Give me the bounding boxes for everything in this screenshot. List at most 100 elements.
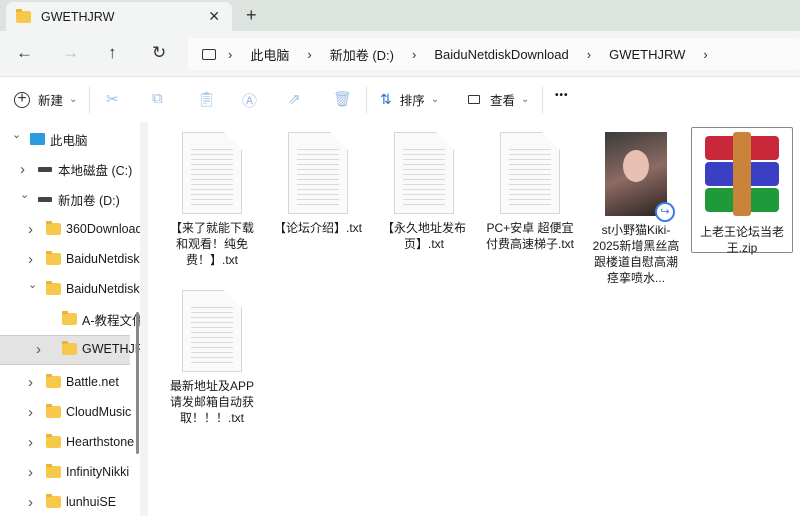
paste-icon[interactable]: 📋︎ <box>197 90 216 108</box>
sort-button[interactable]: ⇅ 排序 ⌄ <box>380 90 439 109</box>
sidebar-item-label: Hearthstone <box>66 435 135 449</box>
text-file-icon <box>394 132 454 214</box>
chevron-right-icon[interactable]: › <box>28 221 33 238</box>
folder-icon <box>46 221 61 235</box>
file-name: 【来了就能下载和观看！纯免费！】.txt <box>169 221 254 267</box>
divider <box>366 87 367 113</box>
sidebar-item-label: 360Downloads <box>66 222 140 236</box>
chevron-right-icon: › <box>411 46 417 62</box>
file-item[interactable]: PC+安卓 超便宜付费高速梯子.txt <box>479 132 581 252</box>
folder-icon <box>46 494 61 508</box>
computer-icon <box>202 48 216 60</box>
chevron-right-icon: › <box>307 46 312 62</box>
folder-icon <box>16 8 31 23</box>
plus-icon: + <box>14 90 30 108</box>
file-view: 【来了就能下载和观看！纯免费！】.txt 【论坛介绍】.txt 【永久地址发布页】.… <box>148 122 800 516</box>
folder-icon <box>46 374 61 388</box>
sidebar-item-label: CloudMusic <box>66 405 132 419</box>
text-file-icon <box>288 132 348 214</box>
chevron-right-icon: › <box>586 46 592 62</box>
divider <box>542 87 543 113</box>
breadcrumb-item[interactable]: BaiduNetdiskDownload <box>434 47 568 62</box>
file-item[interactable]: 【来了就能下载和观看！纯免费！】.txt <box>161 132 263 268</box>
sidebar-item-label: GWETHJRW <box>82 342 140 356</box>
sidebar-item-label: 此电脑 <box>50 133 88 148</box>
chevron-right-icon[interactable]: › <box>28 251 33 268</box>
file-name: 最新地址及APP请发邮箱自动获取！！！.txt <box>169 379 254 425</box>
chevron-down-icon: ⌄ <box>69 94 78 105</box>
chevron-right-icon[interactable]: › <box>20 161 25 178</box>
drive-icon <box>38 166 52 172</box>
sidebar-item-label: A-教程文件 <box>82 313 140 328</box>
more-options-button[interactable]: ••• <box>555 90 569 101</box>
file-item[interactable]: 【永久地址发布页】.txt <box>373 132 475 252</box>
address-row: ← → ↑ ↻ › 此电脑 › 新加卷 (D:) › BaiduNetdiskD… <box>0 31 800 77</box>
view-label: 查看 <box>490 94 516 108</box>
breadcrumb-item[interactable]: GWETHJRW <box>609 47 685 62</box>
chevron-right-icon[interactable]: › <box>28 434 33 451</box>
chevron-right-icon[interactable]: › <box>28 374 33 391</box>
chevron-down-icon: ⌄ <box>521 94 530 105</box>
new-button[interactable]: + 新建 ⌄ <box>14 90 77 109</box>
close-tab-button[interactable]: ✕ <box>208 8 220 25</box>
text-file-icon <box>182 290 242 372</box>
folder-icon <box>46 251 61 265</box>
file-name: st小野猫Kiki-2025新增黑丝高跟楼道自慰高潮痉挛喷水... <box>592 223 680 285</box>
copy-icon[interactable]: ⧉ <box>152 90 163 107</box>
file-item[interactable]: 上老王论坛当老王.zip <box>691 127 793 255</box>
text-file-icon <box>182 132 242 214</box>
tab-title: GWETHJRW <box>41 9 115 24</box>
chevron-right-icon[interactable]: › <box>28 494 33 511</box>
file-name: 上老王论坛当老王.zip <box>699 225 784 255</box>
sort-label: 排序 <box>399 94 425 108</box>
breadcrumb-item[interactable]: 此电脑 <box>250 45 289 64</box>
up-button[interactable]: ↑ <box>108 43 117 63</box>
forward-button[interactable]: → <box>62 43 79 63</box>
pane-divider[interactable] <box>140 122 148 516</box>
rename-icon[interactable]: Ⓐ <box>242 90 257 111</box>
chevron-down-icon[interactable]: ⌄ <box>20 188 29 201</box>
refresh-button[interactable]: ↻ <box>152 43 166 63</box>
chevron-down-icon: ⌄ <box>430 94 440 105</box>
tab-gwethjrw[interactable]: GWETHJRW ✕ <box>6 2 232 31</box>
divider <box>89 87 90 113</box>
address-bar[interactable]: › 此电脑 › 新加卷 (D:) › BaiduNetdiskDownload … <box>188 38 800 70</box>
cut-icon[interactable]: ✂ <box>106 90 119 108</box>
sidebar-item-label: BaiduNetdiskWorkspace <box>66 252 140 266</box>
new-tab-button[interactable]: + <box>246 5 257 26</box>
chevron-down-icon[interactable]: ⌄ <box>12 128 21 141</box>
folder-icon <box>62 311 77 325</box>
sidebar-item-label: InfinityNikki <box>66 465 130 479</box>
computer-icon <box>30 133 45 145</box>
chevron-right-icon[interactable]: › <box>28 464 33 481</box>
sidebar-item-label: BaiduNetdiskDownload <box>66 282 140 296</box>
video-thumbnail: ↪ <box>605 132 675 222</box>
zip-archive-icon <box>705 132 779 216</box>
folder-icon <box>46 464 61 478</box>
file-name: PC+安卓 超便宜付费高速梯子.txt <box>485 221 574 251</box>
chevron-right-icon[interactable]: › <box>703 47 707 62</box>
breadcrumb-item[interactable]: 新加卷 (D:) <box>330 45 394 64</box>
share-icon[interactable]: ⇗ <box>288 90 301 108</box>
new-label: 新建 <box>38 94 64 108</box>
folder-icon <box>62 341 77 355</box>
sidebar-item-label: Battle.net <box>66 375 119 389</box>
chevron-right-icon[interactable]: › <box>28 404 33 421</box>
navigation-pane: ⌄ 此电脑 › 本地磁盘 (C:) ⌄ 新加卷 (D:) › 360Downloads › Bai… <box>0 122 140 516</box>
back-button[interactable]: ← <box>16 43 33 63</box>
chevron-down-icon[interactable]: ⌄ <box>28 278 37 291</box>
folder-icon <box>46 404 61 418</box>
scrollbar[interactable] <box>136 312 139 454</box>
file-item[interactable]: 最新地址及APP请发邮箱自动获取！！！.txt <box>161 290 263 426</box>
chevron-right-icon[interactable]: › <box>36 341 41 358</box>
file-item[interactable]: 【论坛介绍】.txt <box>267 132 369 236</box>
file-item[interactable]: ↪ st小野猫Kiki-2025新增黑丝高跟楼道自慰高潮痉挛喷水... <box>585 132 687 286</box>
file-name: 【永久地址发布页】.txt <box>381 221 466 251</box>
sort-icon: ⇅ <box>380 91 392 107</box>
file-name: 【论坛介绍】.txt <box>273 221 362 235</box>
view-button[interactable]: 查看 ⌄ <box>468 90 529 109</box>
delete-icon[interactable]: 🗑︎ <box>333 90 352 108</box>
command-bar: + 新建 ⌄ ✂ ⧉ 📋︎ Ⓐ ⇗ 🗑︎ ⇅ 排序 ⌄ 查看 ⌄ ••• <box>0 78 800 122</box>
folder-icon <box>46 434 61 448</box>
view-icon <box>468 95 480 104</box>
